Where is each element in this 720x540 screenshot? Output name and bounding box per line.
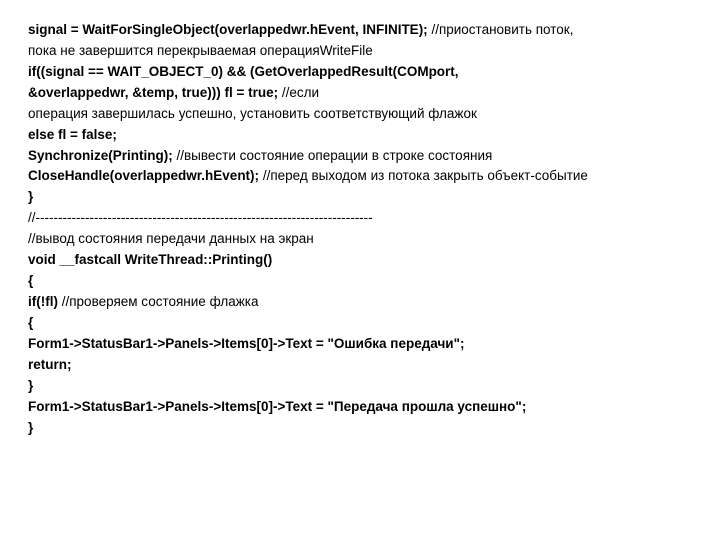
code-text: void __fastcall WriteThread::Printing() xyxy=(28,252,272,267)
comment-text: //проверяем состояние флажка xyxy=(58,294,259,309)
comment-text: //вывод состояния передачи данных на экр… xyxy=(28,231,314,246)
code-line: { xyxy=(28,271,692,292)
code-line: &overlappedwr, &temp, true))) fl = true;… xyxy=(28,83,692,104)
code-line: { xyxy=(28,313,692,334)
code-text: signal = WaitForSingleObject(overlappedw… xyxy=(28,22,428,37)
code-line: return; xyxy=(28,355,692,376)
code-text: if(!fl) xyxy=(28,294,58,309)
code-text: CloseHandle(overlappedwr.hEvent); xyxy=(28,168,259,183)
code-text: } xyxy=(28,378,33,393)
comment-text: //перед выходом из потока закрыть объект… xyxy=(259,168,588,183)
code-text: Form1->StatusBar1->Panels->Items[0]->Tex… xyxy=(28,399,526,414)
comment-text: //--------------------------------------… xyxy=(28,210,373,225)
code-text: { xyxy=(28,273,33,288)
code-line: } xyxy=(28,376,692,397)
code-line: Form1->StatusBar1->Panels->Items[0]->Tex… xyxy=(28,334,692,355)
code-text: Form1->StatusBar1->Panels->Items[0]->Tex… xyxy=(28,336,464,351)
code-line: else fl = false; xyxy=(28,125,692,146)
comment-text: //если xyxy=(278,85,319,100)
code-text: Synchronize(Printing); xyxy=(28,148,173,163)
code-text: } xyxy=(28,420,33,435)
comment-text: //приостановить поток, xyxy=(428,22,574,37)
code-line: if(!fl) //проверяем состояние флажка xyxy=(28,292,692,313)
code-block: signal = WaitForSingleObject(overlappedw… xyxy=(28,20,692,438)
comment-text: операция завершилась успешно, установить… xyxy=(28,106,477,121)
code-line: операция завершилась успешно, установить… xyxy=(28,104,692,125)
code-line: signal = WaitForSingleObject(overlappedw… xyxy=(28,20,692,41)
code-text: &overlappedwr, &temp, true))) fl = true; xyxy=(28,85,278,100)
code-text: } xyxy=(28,189,33,204)
code-line: void __fastcall WriteThread::Printing() xyxy=(28,250,692,271)
code-text: if((signal == WAIT_OBJECT_0) && (GetOver… xyxy=(28,64,459,79)
code-line: //вывод состояния передачи данных на экр… xyxy=(28,229,692,250)
comment-text: пока не завершится перекрываемая операци… xyxy=(28,43,373,58)
code-line: Form1->StatusBar1->Panels->Items[0]->Tex… xyxy=(28,397,692,418)
code-line: } xyxy=(28,187,692,208)
code-line: Synchronize(Printing); //вывести состоян… xyxy=(28,146,692,167)
code-text: { xyxy=(28,315,33,330)
code-line: пока не завершится перекрываемая операци… xyxy=(28,41,692,62)
code-line: if((signal == WAIT_OBJECT_0) && (GetOver… xyxy=(28,62,692,83)
comment-text: //вывести состояние операции в строке со… xyxy=(173,148,493,163)
code-line: CloseHandle(overlappedwr.hEvent); //пере… xyxy=(28,166,692,187)
code-text: return; xyxy=(28,357,72,372)
code-text: else fl = false; xyxy=(28,127,117,142)
code-line: //--------------------------------------… xyxy=(28,208,692,229)
code-line: } xyxy=(28,418,692,439)
